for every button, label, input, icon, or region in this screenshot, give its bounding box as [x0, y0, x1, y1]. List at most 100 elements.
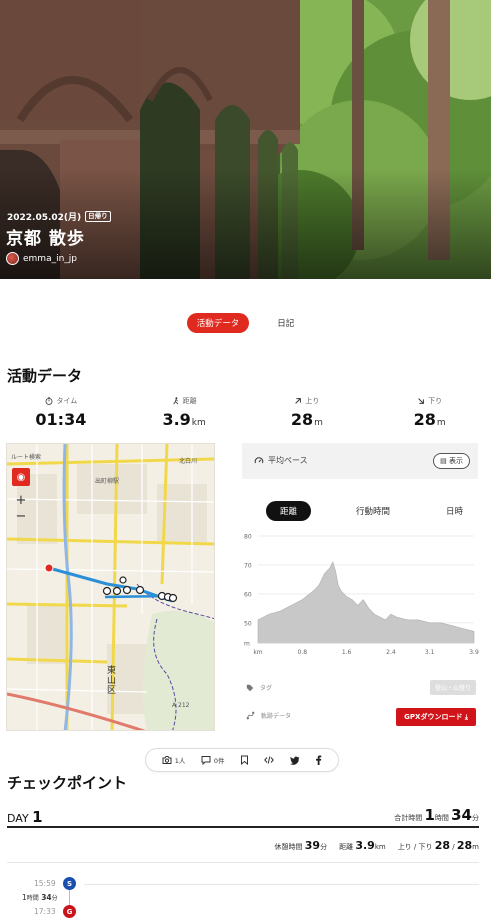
embed-icon — [264, 756, 275, 764]
map-label: 東山区 — [107, 666, 117, 696]
arrow-down-right-icon — [418, 398, 425, 404]
show-pace-label: 表示 — [449, 457, 463, 465]
day-label: DAY 1 — [7, 808, 43, 826]
camera-icon — [162, 756, 172, 764]
rest-time: 休憩時間 39分 — [274, 839, 328, 852]
day-summary: 休憩時間 39分 距離 3.9km 上り / 下り 28 / 28m — [275, 839, 479, 852]
tab-activity-data[interactable]: 活動データ — [186, 313, 250, 333]
stat-value: 28m — [413, 410, 446, 429]
chart-x-tick: 1.6 — [342, 649, 352, 656]
chart-tab-distance[interactable]: 距離 — [266, 501, 312, 521]
day-total-time: 合計時間 1時間 34分 — [394, 806, 479, 824]
walker-icon — [172, 397, 178, 405]
chart-y-tick: m — [244, 641, 250, 648]
chart-tabs: 距離 行動時間 日時 — [242, 500, 478, 522]
elevation-chart: m 50 60 70 80 km 0.8 1.6 2.4 3.1 3.9 — [244, 534, 479, 657]
embed-button[interactable] — [264, 755, 275, 765]
stopwatch-icon — [45, 397, 53, 405]
start-time: 15:59 — [34, 879, 56, 888]
photo-count[interactable]: 1人 — [162, 755, 185, 765]
elevation-area — [257, 561, 475, 644]
chart-tab-moving-time[interactable]: 行動時間 — [356, 505, 390, 517]
average-pace-panel: 平均ペース ▤ 表示 — [242, 443, 478, 479]
twitter-icon — [289, 756, 300, 765]
zoom-in-button[interactable]: + — [12, 493, 30, 509]
track-label: 軌跡データ — [261, 713, 292, 720]
arrow-up-right-icon — [295, 398, 302, 404]
date-text: 2022.05.02(月) — [7, 213, 82, 223]
goal-time: 17:33 — [34, 907, 56, 916]
zoom-out-button[interactable]: − — [12, 509, 30, 525]
goal-marker[interactable]: G — [63, 905, 76, 918]
hero-date: 2022.05.02(月) 日帰り — [7, 210, 111, 223]
map-label: A 212 — [172, 702, 190, 709]
stat-ascent: 上り 28m — [246, 395, 369, 429]
route-map[interactable]: ◉ + − ルート検索 北白川 出町柳駅 東山区 A 212 — [6, 443, 215, 731]
chart-y-tick: 80 — [244, 534, 252, 541]
list-icon: ▤ — [440, 457, 447, 465]
tag-row: タグ 登山・山登り — [242, 680, 478, 696]
content-tabs: 活動データ 日記 — [0, 313, 491, 333]
stat-label: タイム — [56, 397, 78, 405]
chart-x-tick: 0.8 — [298, 649, 308, 656]
stat-label: 上り — [305, 397, 320, 405]
chart-x-tick: km — [253, 649, 262, 656]
chart-y-tick: 60 — [244, 591, 252, 598]
stats-row: タイム 01:34 距離 3.9km 上り 28m 下り 28m — [0, 395, 491, 429]
timeline-row-line — [84, 884, 479, 885]
chart-y-tick: 50 — [244, 620, 252, 627]
stat-label: 下り — [428, 397, 443, 405]
day-trip-badge: 日帰り — [85, 211, 111, 222]
stat-descent: 下り 28m — [368, 395, 491, 429]
map-label: ルート検索 — [11, 454, 42, 461]
twitter-share-button[interactable] — [289, 756, 300, 765]
action-bar: 1人 0件 — [145, 748, 339, 772]
show-pace-button[interactable]: ▤ 表示 — [433, 453, 470, 469]
avatar[interactable] — [6, 252, 19, 265]
map-label: 北白川 — [179, 458, 198, 465]
stat-value: 28m — [290, 410, 323, 429]
comment-count[interactable]: 0件 — [201, 755, 224, 765]
stat-value: 01:34 — [35, 410, 87, 429]
username[interactable]: emma_in_jp — [23, 254, 77, 264]
zoom-controls: + − — [12, 493, 30, 525]
bookmark-button[interactable] — [240, 755, 249, 765]
gpx-download-button[interactable]: GPXダウンロード ⤓ — [396, 708, 476, 726]
activity-section-title: 活動データ — [7, 367, 83, 385]
comment-icon — [201, 756, 211, 765]
pace-label: 平均ペース — [268, 456, 308, 465]
route-icon — [246, 711, 255, 720]
user-link[interactable]: emma_in_jp — [6, 252, 77, 265]
start-marker[interactable]: S — [63, 877, 76, 890]
bookmark-icon — [240, 755, 248, 765]
tag-label: タグ — [260, 685, 273, 692]
stat-label: 距離 — [182, 397, 197, 405]
divider — [7, 862, 479, 863]
stat-value: 3.9km — [162, 410, 206, 429]
hero-cover-image: 2022.05.02(月) 日帰り 京都 散歩 emma_in_jp — [0, 0, 491, 279]
chart-tab-datetime[interactable]: 日時 — [446, 505, 463, 517]
facebook-share-button[interactable] — [315, 755, 322, 765]
segment-duration: 1時間 34分 — [22, 893, 58, 902]
tag-icon — [246, 684, 254, 691]
download-icon: ⤓ — [464, 713, 468, 721]
gauge-icon — [254, 456, 264, 463]
chart-y-tick: 70 — [244, 562, 252, 569]
day-header: DAY 1 合計時間 1時間 34分 — [7, 806, 479, 828]
map-label: 出町柳駅 — [95, 478, 120, 485]
checkpoint-section-title: チェックポイント — [7, 774, 128, 792]
track-data-row: 軌跡データ GPXダウンロード ⤓ — [242, 708, 478, 726]
stat-distance: 距離 3.9km — [123, 395, 246, 429]
facebook-icon — [316, 755, 322, 765]
activity-title: 京都 散歩 — [6, 229, 85, 249]
chart-x-tick: 3.9 — [469, 649, 479, 656]
tag-chip[interactable]: 登山・山登り — [429, 680, 476, 695]
day-updown: 上り / 下り 28 / 28m — [397, 839, 479, 852]
chart-x-tick: 2.4 — [386, 649, 396, 656]
day-distance: 距離 3.9km — [339, 839, 386, 852]
stat-time: タイム 01:34 — [0, 395, 123, 429]
gpx-download-label: GPXダウンロード — [404, 713, 463, 721]
camera-icon[interactable]: ◉ — [12, 468, 30, 486]
tab-diary[interactable]: 日記 — [267, 313, 304, 333]
chart-x-tick: 3.1 — [425, 649, 435, 656]
